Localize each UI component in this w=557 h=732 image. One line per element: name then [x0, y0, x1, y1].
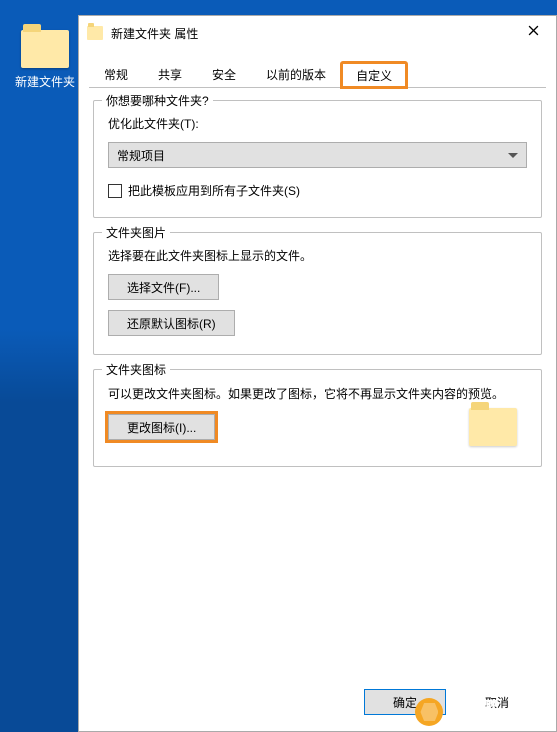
apply-template-checkbox[interactable]: [108, 184, 122, 198]
group-folder-icon: 文件夹图标 可以更改文件夹图标。如果更改了图标，它将不再显示文件夹内容的预览。 …: [93, 369, 542, 467]
close-icon: [528, 25, 539, 36]
tab-sharing[interactable]: 共享: [143, 61, 197, 87]
tab-general[interactable]: 常规: [89, 61, 143, 87]
optimize-dropdown[interactable]: 常规项目: [108, 142, 527, 168]
choose-file-button[interactable]: 选择文件(F)...: [108, 274, 219, 300]
close-button[interactable]: [510, 16, 556, 44]
dialog-title: 新建文件夹 属性: [111, 25, 510, 42]
group-title: 文件夹图标: [102, 361, 170, 378]
tab-customize[interactable]: 自定义: [341, 62, 407, 88]
tabstrip: 常规 共享 安全 以前的版本 自定义: [89, 62, 546, 88]
tab-content: 你想要哪种文件夹? 优化此文件夹(T): 常规项目 把此模板应用到所有子文件夹(…: [79, 88, 556, 673]
folder-icon: [87, 26, 103, 40]
apply-template-label: 把此模板应用到所有子文件夹(S): [128, 182, 300, 199]
desktop-folder-label: 新建文件夹: [10, 73, 80, 90]
dialog-footer: 确定 取消: [79, 673, 556, 731]
tab-previous-versions[interactable]: 以前的版本: [251, 61, 341, 87]
icon-desc: 可以更改文件夹图标。如果更改了图标，它将不再显示文件夹内容的预览。: [108, 384, 527, 404]
desktop-folder[interactable]: 新建文件夹: [10, 30, 80, 90]
change-icon-button[interactable]: 更改图标(I)...: [108, 414, 215, 440]
restore-default-button[interactable]: 还原默认图标(R): [108, 310, 235, 336]
cancel-button[interactable]: 取消: [456, 689, 538, 715]
titlebar: 新建文件夹 属性: [79, 16, 556, 50]
group-folder-picture: 文件夹图片 选择要在此文件夹图标上显示的文件。 选择文件(F)... 还原默认图…: [93, 232, 542, 355]
dropdown-value: 常规项目: [117, 147, 165, 164]
apply-template-row: 把此模板应用到所有子文件夹(S): [108, 182, 527, 199]
folder-icon: [21, 30, 69, 68]
group-title: 文件夹图片: [102, 224, 170, 241]
group-title: 你想要哪种文件夹?: [102, 92, 213, 109]
group-folder-type: 你想要哪种文件夹? 优化此文件夹(T): 常规项目 把此模板应用到所有子文件夹(…: [93, 100, 542, 218]
ok-button[interactable]: 确定: [364, 689, 446, 715]
properties-dialog: 新建文件夹 属性 常规 共享 安全 以前的版本 自定义 你想要哪种文件夹? 优化…: [78, 15, 557, 732]
optimize-label: 优化此文件夹(T):: [108, 115, 527, 132]
tab-security[interactable]: 安全: [197, 61, 251, 87]
picture-desc: 选择要在此文件夹图标上显示的文件。: [108, 247, 527, 264]
folder-icon-preview: [469, 408, 517, 446]
chevron-down-icon: [508, 153, 518, 158]
